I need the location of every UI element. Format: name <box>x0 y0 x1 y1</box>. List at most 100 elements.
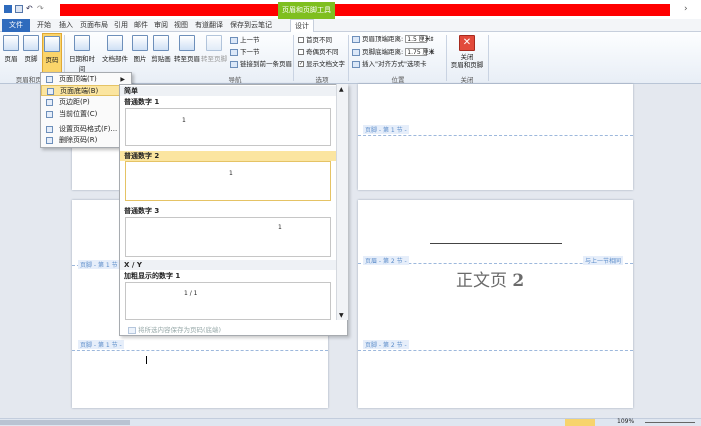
checkbox-icon <box>298 37 304 43</box>
menu-item-format-page-numbers[interactable]: 设置页码格式(F)... <box>41 124 131 135</box>
spinner-arrows-icon[interactable]: ⇕ <box>429 49 434 56</box>
tab-file[interactable]: 文件 <box>2 19 30 32</box>
gallery-item-bold-number-1[interactable]: 1 / 1 <box>125 282 331 320</box>
next-section-button[interactable]: 下一节 <box>230 47 260 57</box>
ribbon-separator <box>488 35 489 81</box>
context-tab-header-footer-tools: 页眉和页脚工具 <box>278 2 335 19</box>
menu-item-page-margins[interactable]: 页边距(P)▶ <box>41 97 131 108</box>
header-rule <box>430 243 562 244</box>
zoom-slider[interactable] <box>645 422 695 423</box>
gallery-item-label: 普通数字 3 <box>124 207 160 215</box>
goto-footer-icon <box>206 35 222 51</box>
menu-item-remove-page-numbers[interactable]: 删除页码(R) <box>41 135 131 146</box>
picture-button[interactable]: 图片 <box>131 35 149 63</box>
header-top-spinner[interactable]: 1.5 厘米 <box>405 35 431 43</box>
remove-icon <box>46 137 53 144</box>
checkbox-icon <box>298 49 304 55</box>
menu-item-top-of-page[interactable]: 页面顶端(T) ▶ <box>41 74 131 85</box>
zoom-level[interactable]: 109% <box>617 418 634 425</box>
calendar-icon <box>74 35 90 51</box>
header-icon <box>3 35 19 51</box>
show-document-text-checkbox[interactable]: ✓ 显示文档文字 <box>298 59 345 69</box>
body-text: 正文页 2 <box>456 271 525 291</box>
page-top-icon <box>46 76 53 83</box>
doc-parts-button[interactable]: 文档部件 <box>100 35 130 63</box>
footer-icon <box>23 35 39 51</box>
gallery-item-plain-number-3[interactable]: 1 <box>125 217 331 257</box>
menu-item-bottom-of-page[interactable]: 页面底端(B)▶ <box>41 85 131 96</box>
tab-youdao-translate[interactable]: 有道翻译 <box>192 19 226 32</box>
page-number-button[interactable]: 页码 <box>42 33 62 73</box>
ribbon-separator <box>446 35 447 81</box>
page-number-gallery: 简单 普通数字 1 1 普通数字 2 1 普通数字 3 1 X / Y 加粗显示… <box>119 84 348 336</box>
footer-boundary <box>358 350 633 351</box>
window-control-icon[interactable]: › <box>684 4 688 14</box>
menu-item-current-position[interactable]: 当前位置(C)▶ <box>41 109 131 120</box>
gallery-item-label: 普通数字 2 <box>120 151 336 161</box>
prev-section-button[interactable]: 上一节 <box>230 35 260 45</box>
insert-alignment-tab-button[interactable]: 插入"对齐方式"选项卡 <box>352 59 426 69</box>
close-header-footer-button[interactable]: ✕ 关闭 页眉和页脚 <box>449 35 485 69</box>
footer-bottom-spinner[interactable]: 1.75 厘米 <box>405 48 435 56</box>
format-icon <box>46 126 53 133</box>
same-as-previous-tag: 与上一节相同 <box>583 256 624 265</box>
horizontal-scrollbar[interactable] <box>0 420 130 425</box>
save-selection-button[interactable]: 将所选内容保存为页码(底端) <box>128 325 221 335</box>
title-text-redacted <box>60 4 670 16</box>
spinner-arrows-icon[interactable]: ⇕ <box>429 36 434 43</box>
page-2-bottom[interactable]: 页脚 - 第 1 节 - <box>358 84 633 190</box>
tab-insert[interactable]: 插入 <box>56 19 76 32</box>
footer-button[interactable]: 页脚 <box>22 35 40 63</box>
footer-section-1-tag: 页脚 - 第 1 节 - <box>363 125 409 134</box>
link-to-previous-button[interactable]: 链接到前一条页眉 <box>230 59 292 69</box>
tab-view[interactable]: 视图 <box>172 19 190 32</box>
status-bar: 109% <box>0 418 701 426</box>
scroll-down-icon[interactable]: ▼ <box>339 312 344 319</box>
text-cursor <box>146 356 147 364</box>
checkmark-icon: ✓ <box>298 61 304 67</box>
doc-parts-icon <box>107 35 123 51</box>
page-4[interactable]: 页眉 - 第 2 节 - 与上一节相同 正文页 2 页脚 - 第 2 节 - <box>358 200 633 408</box>
group-label-navigation: 导航 <box>228 76 242 84</box>
goto-header-button[interactable]: 转至页眉 <box>174 35 200 63</box>
footer-section-2-tag: 页脚 - 第 2 节 - <box>363 340 409 349</box>
alignment-tab-icon <box>352 60 360 68</box>
odd-even-checkbox[interactable]: 奇偶页不同 <box>298 47 339 57</box>
different-first-page-checkbox[interactable]: 首页不同 <box>298 35 332 45</box>
group-label-close: 关闭 <box>460 76 474 84</box>
tab-page-layout[interactable]: 页面布局 <box>78 19 110 32</box>
footer-bottom-distance: 页脚底端距离: 1.75 厘米 ⇕ <box>352 47 435 57</box>
word-logo-icon <box>4 5 12 13</box>
gallery-item-label: 普通数字 1 <box>124 98 160 106</box>
next-section-icon <box>230 48 238 56</box>
view-buttons[interactable] <box>565 419 595 426</box>
redo-icon[interactable]: ↷ <box>37 5 45 13</box>
scroll-up-icon[interactable]: ▲ <box>339 86 344 93</box>
undo-icon[interactable]: ↶ <box>26 5 34 13</box>
save-icon[interactable] <box>15 5 23 13</box>
tab-design[interactable]: 设计 <box>290 19 314 32</box>
tab-save-cloud-note[interactable]: 保存到云笔记 <box>228 19 274 32</box>
ribbon-separator <box>293 35 294 81</box>
gallery-item-plain-number-2[interactable]: 1 <box>125 161 331 201</box>
date-time-button[interactable]: 日期和时间 <box>66 35 98 73</box>
tab-mailings[interactable]: 邮件 <box>132 19 150 32</box>
clipart-button[interactable]: 剪贴画 <box>150 35 172 63</box>
tab-references[interactable]: 引用 <box>112 19 130 32</box>
tab-home[interactable]: 开始 <box>34 19 54 32</box>
page-bottom-icon <box>47 88 54 95</box>
group-label-position: 位置 <box>391 76 405 84</box>
save-gallery-icon <box>128 326 136 334</box>
gallery-item-plain-number-1[interactable]: 1 <box>125 108 331 146</box>
header-button[interactable]: 页眉 <box>2 35 20 63</box>
tab-review[interactable]: 审阅 <box>152 19 170 32</box>
ribbon-tabs: 文件 开始 插入 页面布局 引用 邮件 审阅 视图 有道翻译 保存到云笔记 设计 <box>0 19 701 32</box>
gallery-scrollbar[interactable]: ▲ ▼ <box>336 84 348 320</box>
footer-boundary <box>72 350 328 351</box>
current-position-icon <box>46 111 53 118</box>
prev-section-icon <box>230 36 238 44</box>
goto-footer-button[interactable]: 转至页脚 <box>201 35 227 63</box>
link-icon <box>230 60 238 68</box>
gallery-item-label: 加粗显示的数字 1 <box>124 272 181 280</box>
header-section-2-tag: 页眉 - 第 2 节 - <box>363 256 409 265</box>
